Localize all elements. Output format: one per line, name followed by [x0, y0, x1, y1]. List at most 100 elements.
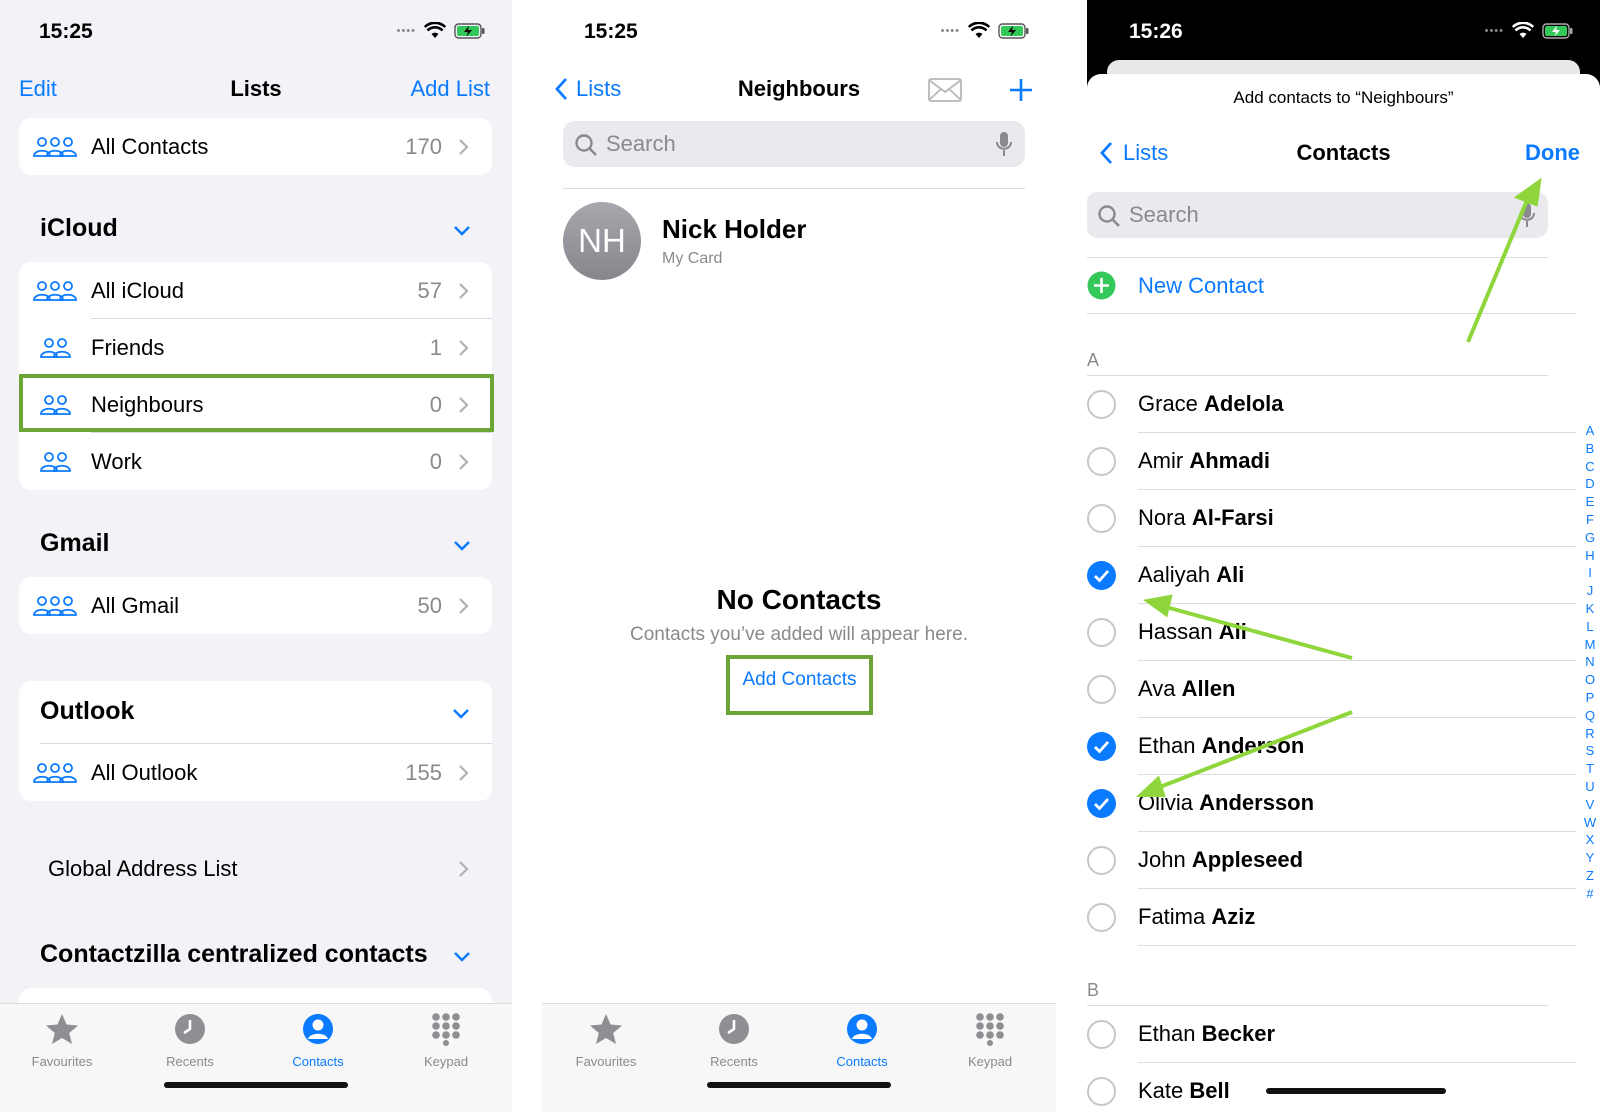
list-row-all-contacts[interactable]: All Contacts 170	[19, 118, 492, 175]
index-letter[interactable]: B	[1583, 440, 1597, 458]
contact-name: Ava Allen	[1138, 676, 1235, 702]
index-letter[interactable]: I	[1583, 564, 1597, 582]
list-row-all-gmail[interactable]: All Gmail 50	[19, 577, 492, 634]
index-letter[interactable]: R	[1583, 725, 1597, 743]
contact-row[interactable]: Ethan Becker	[1087, 1006, 1576, 1063]
chevron-down-icon[interactable]	[451, 707, 471, 721]
tab-recents[interactable]: Recents	[684, 1012, 784, 1069]
index-letter[interactable]: M	[1583, 636, 1597, 654]
index-letter[interactable]: A	[1583, 422, 1597, 440]
microphone-icon[interactable]	[1518, 202, 1536, 228]
checkmark-circle-icon[interactable]	[1087, 561, 1116, 590]
cellular-signal-icon: ••••	[1484, 24, 1504, 37]
microphone-icon[interactable]	[995, 131, 1013, 157]
index-letter[interactable]: Q	[1583, 707, 1597, 725]
index-letter[interactable]: Z	[1583, 867, 1597, 885]
empty-circle-icon[interactable]	[1087, 390, 1116, 419]
empty-circle-icon[interactable]	[1087, 903, 1116, 932]
envelope-icon[interactable]	[928, 78, 962, 102]
empty-circle-icon[interactable]	[1087, 447, 1116, 476]
new-contact-row[interactable]: New Contact	[1087, 258, 1576, 314]
index-letter[interactable]: U	[1583, 778, 1597, 796]
checkmark-circle-icon[interactable]	[1087, 732, 1116, 761]
contact-row[interactable]: Aaliyah Ali	[1087, 547, 1576, 604]
contact-last-name: Allen	[1181, 676, 1236, 701]
list-row-friends[interactable]: Friends 1	[19, 319, 492, 376]
edit-button[interactable]: Edit	[19, 76, 57, 102]
index-letter[interactable]: D	[1583, 475, 1597, 493]
add-contacts-button[interactable]: Add Contacts	[726, 669, 873, 691]
add-contacts-screen: 15:26 •••• Add contacts to “Neighbours” …	[1087, 0, 1600, 1112]
home-indicator	[1265, 1088, 1446, 1094]
contact-row[interactable]: Amir Ahmadi	[1087, 433, 1576, 490]
index-letter[interactable]: F	[1583, 511, 1597, 529]
list-row-count: 57	[417, 277, 442, 303]
list-row-global-address[interactable]: Global Address List	[19, 840, 492, 897]
chevron-down-icon[interactable]	[452, 950, 472, 964]
chevron-down-icon[interactable]	[452, 539, 472, 553]
empty-circle-icon[interactable]	[1087, 675, 1116, 704]
contact-name: Aaliyah Ali	[1138, 562, 1244, 588]
status-bar: 15:26 ••••	[1087, 0, 1600, 64]
empty-circle-icon[interactable]	[1087, 1077, 1116, 1106]
chevron-left-icon	[1100, 142, 1113, 164]
checkmark-circle-icon[interactable]	[1087, 789, 1116, 818]
wifi-icon	[424, 22, 446, 38]
index-letter[interactable]: W	[1583, 814, 1597, 832]
index-letter[interactable]: C	[1583, 458, 1597, 476]
tab-favourites[interactable]: Favourites	[556, 1012, 656, 1069]
index-letter[interactable]: S	[1583, 742, 1597, 760]
tab-contacts[interactable]: Contacts	[268, 1012, 368, 1069]
tab-keypad[interactable]: Keypad	[396, 1012, 496, 1069]
index-letter[interactable]: G	[1583, 529, 1597, 547]
list-row-work[interactable]: Work 0	[19, 433, 492, 490]
contact-row[interactable]: Ava Allen	[1087, 661, 1576, 718]
index-letter[interactable]: O	[1583, 671, 1597, 689]
contact-row[interactable]: Hassan Ali	[1087, 604, 1576, 661]
index-letter[interactable]: V	[1583, 796, 1597, 814]
empty-circle-icon[interactable]	[1087, 504, 1116, 533]
chevron-right-icon	[459, 340, 469, 356]
index-letter[interactable]: H	[1583, 547, 1597, 565]
home-indicator	[164, 1082, 348, 1088]
list-row-all-outlook[interactable]: All Outlook 155	[19, 744, 492, 801]
contact-last-name: Appleseed	[1191, 847, 1304, 872]
empty-circle-icon[interactable]	[1087, 1020, 1116, 1049]
tab-contacts[interactable]: Contacts	[812, 1012, 912, 1069]
chevron-down-icon[interactable]	[452, 224, 472, 238]
alphabet-index[interactable]: A B C D E F G H I J K L M N O P Q R S T U V W X Y Z #	[1583, 422, 1597, 903]
index-letter[interactable]: J	[1583, 582, 1597, 600]
contact-row[interactable]: Nora Al-Farsi	[1087, 490, 1576, 547]
index-letter[interactable]: T	[1583, 760, 1597, 778]
back-button[interactable]: Lists	[1099, 140, 1168, 166]
list-row-count: 170	[405, 133, 442, 159]
index-letter[interactable]: #	[1583, 885, 1597, 903]
contact-row[interactable]: Olivia Andersson	[1087, 775, 1576, 832]
index-letter[interactable]: Y	[1583, 849, 1597, 867]
index-letter[interactable]: K	[1583, 600, 1597, 618]
contact-row[interactable]: Fatima Aziz	[1087, 889, 1576, 946]
search-bar[interactable]: Search	[1087, 192, 1548, 238]
tab-keypad[interactable]: Keypad	[940, 1012, 1040, 1069]
plus-icon[interactable]	[1008, 77, 1034, 103]
index-letter[interactable]: X	[1583, 831, 1597, 849]
index-letter[interactable]: P	[1583, 689, 1597, 707]
search-bar[interactable]: Search	[563, 121, 1025, 167]
done-button[interactable]: Done	[1525, 140, 1580, 166]
contact-row[interactable]: John Appleseed	[1087, 832, 1576, 889]
star-icon	[590, 1014, 622, 1044]
list-row-all-icloud[interactable]: All iCloud 57	[19, 262, 492, 319]
tab-recents[interactable]: Recents	[140, 1012, 240, 1069]
index-letter[interactable]: L	[1583, 618, 1597, 636]
index-letter[interactable]: N	[1583, 653, 1597, 671]
empty-circle-icon[interactable]	[1087, 846, 1116, 875]
add-list-button[interactable]: Add List	[411, 76, 491, 102]
tab-bar: Favourites Recents Contacts Keypad	[0, 1003, 512, 1112]
empty-circle-icon[interactable]	[1087, 618, 1116, 647]
tab-favourites[interactable]: Favourites	[12, 1012, 112, 1069]
contact-row[interactable]: Ethan Anderson	[1087, 718, 1576, 775]
contact-row[interactable]: Grace Adelola	[1087, 376, 1576, 433]
back-button[interactable]: Lists	[554, 76, 621, 102]
my-card-row[interactable]: NH Nick Holder My Card	[563, 202, 1025, 282]
index-letter[interactable]: E	[1583, 493, 1597, 511]
